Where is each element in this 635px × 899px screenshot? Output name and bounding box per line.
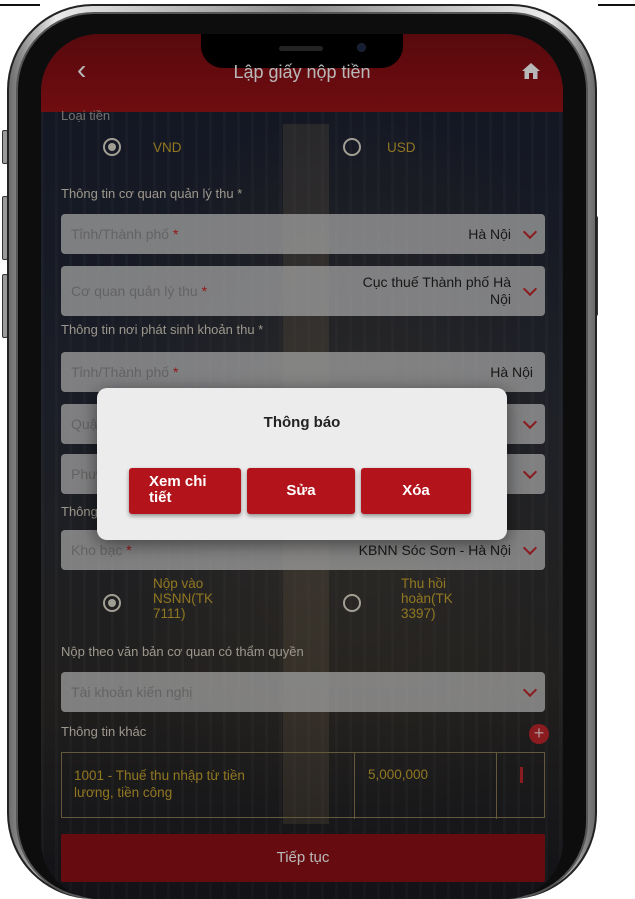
view-detail-label: Xem chi tiết [149,473,207,506]
phone-mockup: ‹ Lập giấy nộp tiền Loại tiền VND USD Th… [0,0,635,899]
dialog-title: Thông báo [263,414,341,431]
frame-edge-line [0,4,40,6]
notification-dialog: Thông báo Xem chi tiết Sửa Xóa [97,388,507,540]
frame-edge-line [598,4,635,6]
edit-button[interactable]: Sửa [247,468,355,514]
delete-button[interactable]: Xóa [361,468,471,514]
view-detail-button[interactable]: Xem chi tiết [129,468,241,514]
app-screen: ‹ Lập giấy nộp tiền Loại tiền VND USD Th… [41,34,563,899]
